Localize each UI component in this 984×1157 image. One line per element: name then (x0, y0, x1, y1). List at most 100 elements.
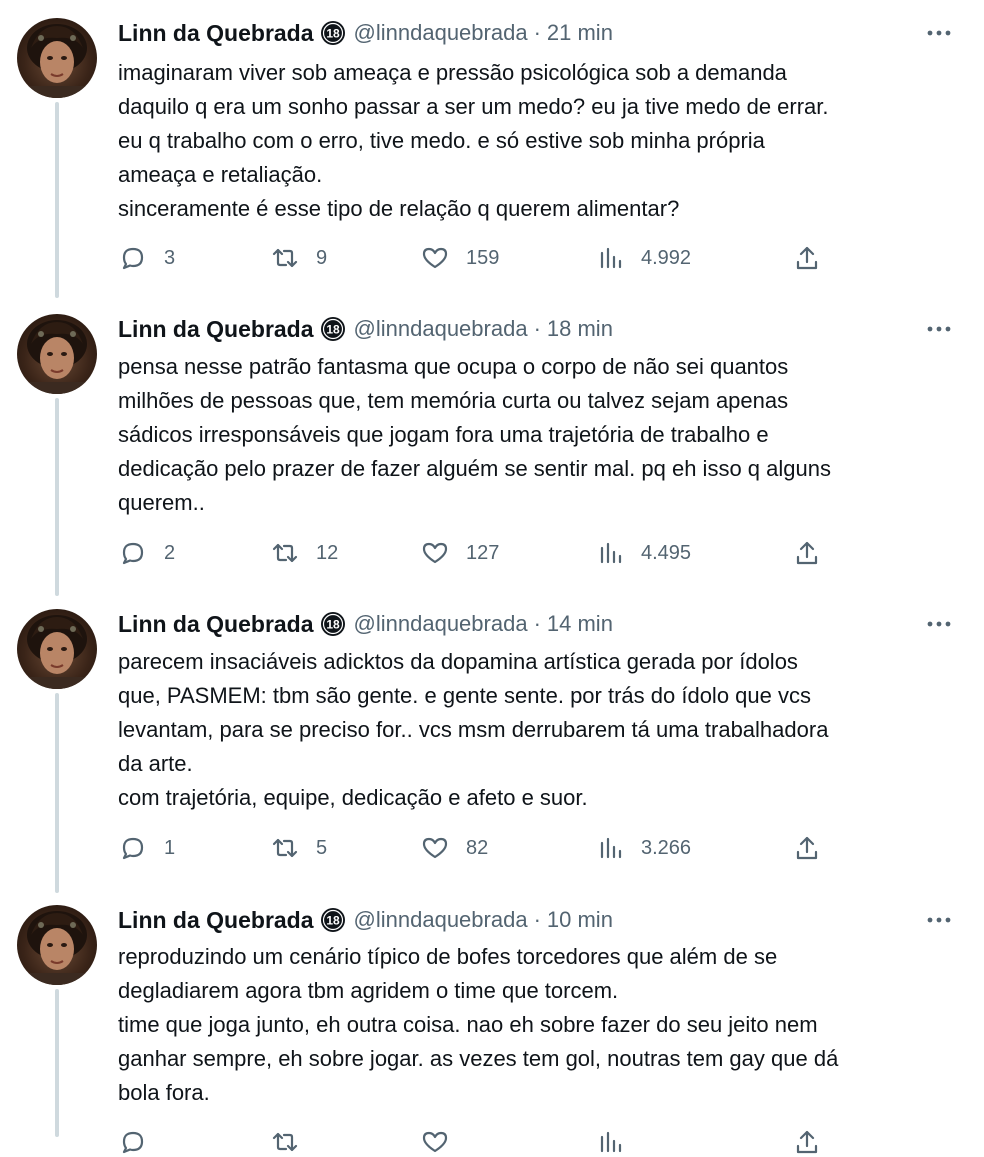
reply-button[interactable] (118, 1127, 164, 1157)
age-badge-icon: 18 (320, 20, 346, 46)
view-count: 3.266 (641, 836, 692, 859)
retweet-button[interactable]: 5 (270, 833, 327, 863)
tweet-text-line: eu q trabalho com o erro, tive medo. e s… (118, 128, 765, 153)
views-button[interactable]: 3.266 (595, 833, 691, 863)
like-button[interactable] (420, 1127, 466, 1157)
like-button[interactable]: 159 (420, 243, 499, 273)
heart-icon (420, 538, 450, 568)
author-handle[interactable]: @linndaquebrada (354, 907, 528, 933)
tweet-text-line: milhões de pessoas que, tem memória curt… (118, 388, 789, 413)
retweet-count: 5 (316, 836, 328, 859)
tweet-text: pensa nesse patrão fantasma que ocupa o … (118, 350, 958, 520)
reply-button[interactable]: 3 (118, 243, 175, 273)
share-button[interactable] (792, 538, 822, 568)
avatar-photo-icon (17, 615, 97, 689)
reply-icon (118, 538, 148, 568)
separator-dot: · (533, 316, 541, 341)
tweet-text-line: time que joga junto, eh outra coisa. nao… (118, 1012, 818, 1037)
view-count: 4.495 (641, 541, 692, 564)
tweet-header: Linn da Quebrada 18 @linndaquebrada · 14… (118, 609, 613, 639)
tweet-text-line: pensa nesse patrão fantasma que ocupa o … (118, 354, 789, 379)
tweet-text-line: bola fora. (118, 1080, 210, 1105)
retweet-button[interactable]: 9 (270, 243, 327, 273)
views-button[interactable]: 4.992 (595, 243, 691, 273)
like-button[interactable]: 127 (420, 538, 499, 568)
share-icon (792, 833, 822, 863)
tweet-text-line: que, PASMEM: tbm são gente. e gente sent… (118, 683, 811, 708)
reply-button[interactable]: 1 (118, 833, 175, 863)
avatar-photo-icon (17, 24, 97, 98)
tweet[interactable]: Linn da Quebrada 18 @linndaquebrada · 10… (0, 905, 984, 1154)
tweet-text: reproduzindo um cenário típico de bofes … (118, 940, 958, 1110)
tweet-timestamp[interactable]: 21 min (547, 20, 613, 46)
retweet-count: 12 (316, 541, 339, 564)
author-handle[interactable]: @linndaquebrada (354, 20, 528, 46)
retweet-button[interactable] (270, 1127, 316, 1157)
avatar-photo-icon (17, 320, 97, 394)
tweet-text-line: ganhar sempre, eh sobre jogar. as vezes … (118, 1046, 839, 1071)
avatar[interactable] (17, 905, 97, 985)
share-button[interactable] (792, 833, 822, 863)
share-icon (792, 1127, 822, 1157)
reply-count: 3 (164, 246, 176, 269)
tweet-timestamp[interactable]: 18 min (547, 316, 613, 342)
tweet[interactable]: Linn da Quebrada 18 @linndaquebrada · 14… (0, 609, 984, 893)
separator-dot: · (533, 611, 541, 636)
tweet-text-line: degladiarem agora tbm agridem o time que… (118, 978, 619, 1003)
author-name[interactable]: Linn da Quebrada (118, 611, 314, 638)
share-button[interactable] (792, 1127, 822, 1157)
tweet[interactable]: Linn da Quebrada 18 @linndaquebrada · 21… (0, 18, 984, 298)
tweet-text-line: da arte. (118, 751, 193, 776)
tweet-text-line: daquilo q era um sonho passar a ser um m… (118, 94, 829, 119)
reply-count: 2 (164, 541, 176, 564)
author-name[interactable]: Linn da Quebrada (118, 907, 314, 934)
tweet-text-line: parecem insaciáveis adicktos da dopamina… (118, 649, 798, 674)
avatar[interactable] (17, 609, 97, 689)
tweet-text-line: reproduzindo um cenário típico de bofes … (118, 944, 778, 969)
svg-text:18: 18 (326, 323, 340, 337)
tweet-header: Linn da Quebrada 18 @linndaquebrada · 21… (118, 18, 613, 48)
avatar[interactable] (17, 18, 97, 98)
tweet-timestamp[interactable]: 14 min (547, 611, 613, 637)
reply-icon (118, 243, 148, 273)
thread-connector-line (55, 102, 59, 298)
views-button[interactable]: 4.495 (595, 538, 691, 568)
views-chart-icon (595, 833, 625, 863)
separator-dot: · (533, 20, 541, 45)
like-count: 159 (466, 246, 500, 269)
age-badge-icon: 18 (320, 611, 346, 637)
like-count: 127 (466, 541, 500, 564)
reply-icon (118, 1127, 148, 1157)
author-handle[interactable]: @linndaquebrada (354, 611, 528, 637)
like-button[interactable]: 82 (420, 833, 488, 863)
more-options-icon[interactable] (924, 20, 954, 46)
reply-icon (118, 833, 148, 863)
retweet-button[interactable]: 12 (270, 538, 338, 568)
tweet-text-line: imaginaram viver sob ameaça e pressão ps… (118, 60, 787, 85)
more-options-icon[interactable] (924, 907, 954, 933)
heart-icon (420, 243, 450, 273)
tweet[interactable]: Linn da Quebrada 18 @linndaquebrada · 18… (0, 314, 984, 596)
retweet-icon (270, 243, 300, 273)
tweet-header: Linn da Quebrada 18 @linndaquebrada · 18… (118, 314, 613, 344)
more-options-icon[interactable] (924, 611, 954, 637)
thread-connector-line (55, 989, 59, 1137)
tweet-header: Linn da Quebrada 18 @linndaquebrada · 10… (118, 905, 613, 935)
tweet-timestamp[interactable]: 10 min (547, 907, 613, 933)
author-handle[interactable]: @linndaquebrada (354, 316, 528, 342)
svg-text:18: 18 (326, 27, 340, 41)
more-options-icon[interactable] (924, 316, 954, 342)
views-chart-icon (595, 538, 625, 568)
author-name[interactable]: Linn da Quebrada (118, 20, 314, 47)
reply-button[interactable]: 2 (118, 538, 175, 568)
retweet-count: 9 (316, 246, 328, 269)
share-button[interactable] (792, 243, 822, 273)
views-button[interactable] (595, 1127, 641, 1157)
reply-count: 1 (164, 836, 176, 859)
avatar[interactable] (17, 314, 97, 394)
tweet-text-line: levantam, para se preciso for.. vcs msm … (118, 717, 829, 742)
views-chart-icon (595, 1127, 625, 1157)
author-name[interactable]: Linn da Quebrada (118, 316, 314, 343)
age-badge-icon: 18 (320, 907, 346, 933)
share-icon (792, 243, 822, 273)
